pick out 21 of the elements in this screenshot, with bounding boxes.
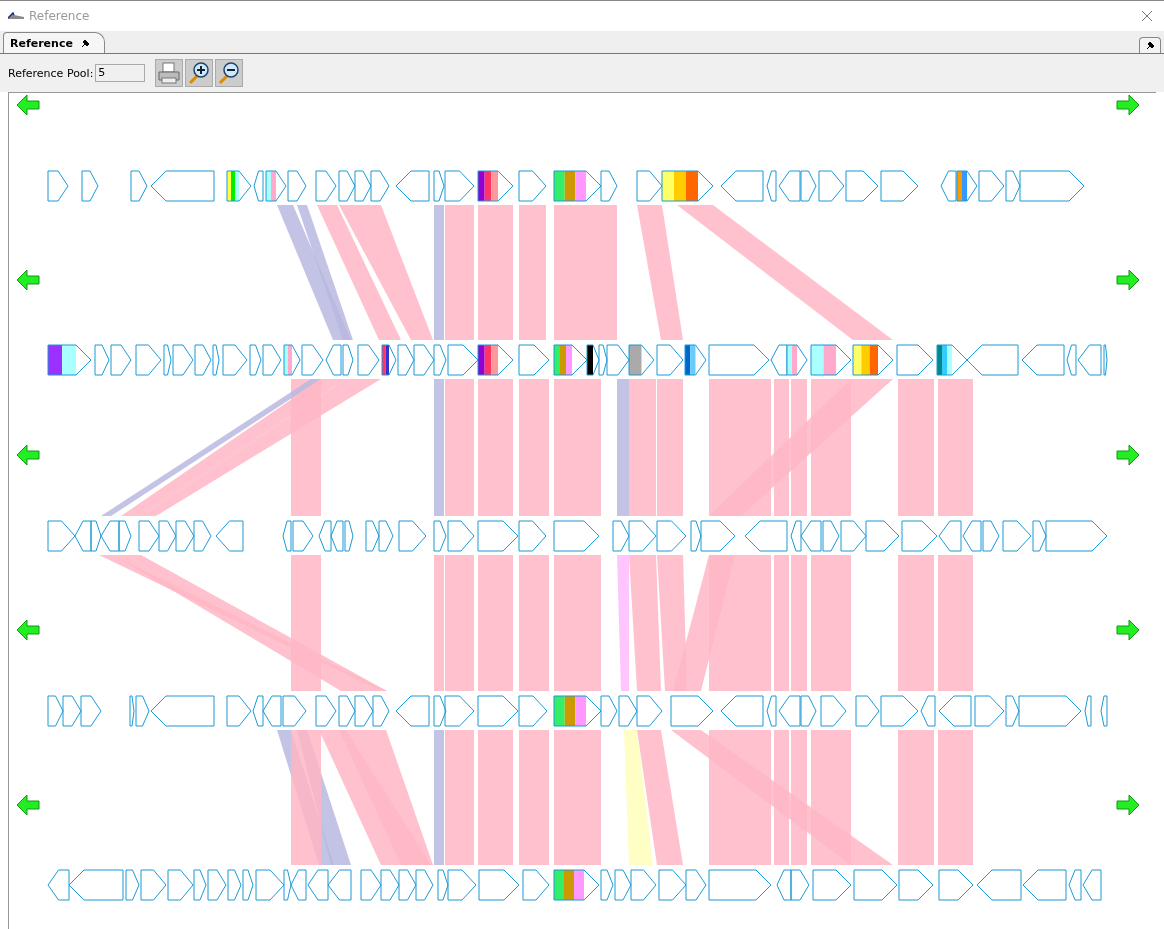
zoom-in-button[interactable] [185, 59, 214, 87]
zoom-out-button[interactable] [215, 59, 244, 87]
arrow-right-icon[interactable] [1116, 619, 1140, 641]
arrow-left-icon[interactable] [16, 794, 40, 816]
arrow-right-icon[interactable] [1116, 444, 1140, 466]
arrow-left-icon[interactable] [16, 444, 40, 466]
arrow-right-icon[interactable] [1116, 94, 1140, 116]
arrow-left-icon[interactable] [16, 619, 40, 641]
pool-label: Reference Pool: [8, 66, 94, 80]
app-icon [8, 12, 24, 20]
arrow-right-icon[interactable] [1116, 269, 1140, 291]
arrow-left-icon[interactable] [16, 94, 40, 116]
window-title: Reference [29, 9, 90, 23]
pool-field[interactable]: 5 [95, 64, 146, 82]
arrow-right-icon[interactable] [1116, 794, 1140, 816]
pin-icon [1145, 41, 1155, 50]
pin-icon[interactable] [80, 38, 90, 48]
pin-button[interactable] [1139, 37, 1161, 53]
arrow-left-icon[interactable] [16, 269, 40, 291]
tab[interactable]: Reference [3, 32, 105, 53]
close-icon[interactable] [1141, 10, 1153, 22]
